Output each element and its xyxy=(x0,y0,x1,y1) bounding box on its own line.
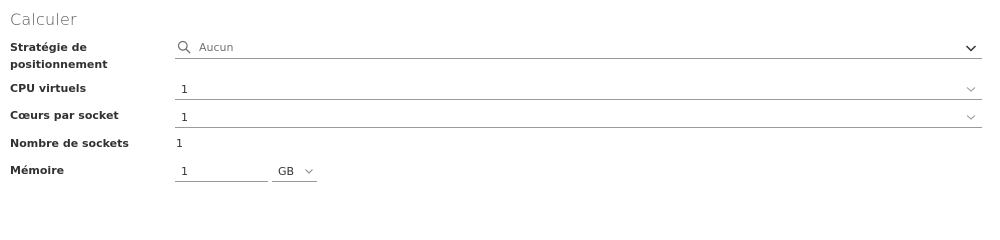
placement-strategy-label: Stratégie de positionnement xyxy=(10,39,160,73)
sockets-value: 1 xyxy=(176,137,183,150)
placement-strategy-label-line1: Stratégie de xyxy=(10,41,88,54)
sockets-label: Nombre de sockets xyxy=(10,137,129,150)
chevron-down-icon[interactable] xyxy=(965,43,977,53)
placement-strategy-select[interactable]: Aucun xyxy=(175,39,982,59)
cores-per-socket-label: Cœurs par socket xyxy=(10,109,119,122)
memory-unit-value: GB xyxy=(278,165,295,178)
memory-label: Mémoire xyxy=(10,164,65,177)
chevron-down-icon[interactable] xyxy=(965,112,977,122)
chevron-down-icon[interactable] xyxy=(965,84,977,94)
vcpu-label: CPU virtuels xyxy=(10,82,87,95)
vcpu-select[interactable]: 1 xyxy=(175,80,982,100)
cores-per-socket-select[interactable]: 1 xyxy=(175,108,982,128)
placement-strategy-label-line2: positionnement xyxy=(10,58,108,71)
cores-per-socket-value: 1 xyxy=(181,111,188,124)
vcpu-value: 1 xyxy=(181,83,188,96)
memory-value: 1 xyxy=(181,165,188,178)
placement-strategy-placeholder: Aucun xyxy=(199,41,234,54)
memory-unit-select[interactable]: GB xyxy=(272,162,317,182)
search-icon xyxy=(177,40,191,54)
memory-input[interactable]: 1 xyxy=(175,162,268,182)
chevron-down-icon[interactable] xyxy=(304,167,314,175)
section-title: Calculer xyxy=(10,10,77,29)
